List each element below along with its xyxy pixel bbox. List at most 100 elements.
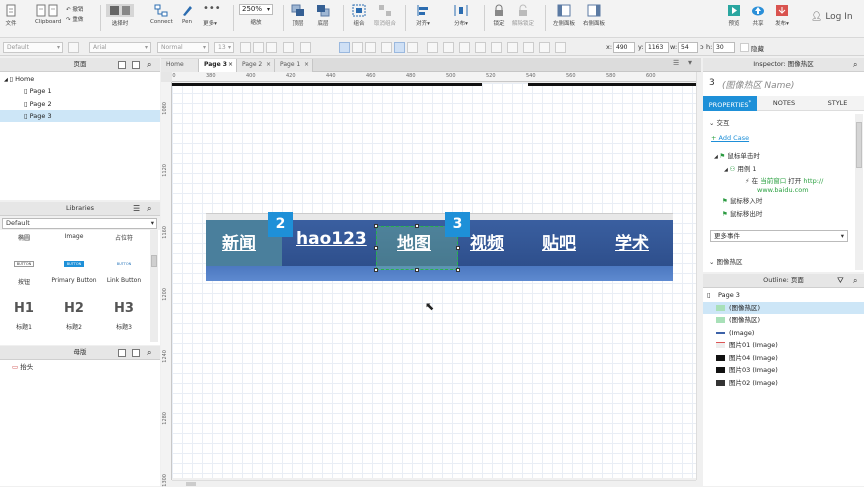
close-icon[interactable]: × (228, 59, 233, 71)
outline-image-04[interactable]: 图片04 (Image) (703, 352, 864, 364)
style-select[interactable]: Default (3, 42, 63, 53)
search-icon[interactable]: ⌕ (147, 346, 151, 359)
case-1[interactable]: ◢ ⚇ 用例 1 (724, 165, 757, 175)
preview-button[interactable]: 预览 (727, 4, 741, 27)
pen-button[interactable]: Pen (180, 4, 194, 25)
line-width-button[interactable] (459, 42, 470, 53)
align-button[interactable]: 对齐▾ (416, 4, 430, 27)
lock-ratio-icon[interactable]: ↄ (700, 43, 704, 51)
outline-image-03[interactable]: 图片03 (Image) (703, 364, 864, 376)
page-1[interactable]: ▯ Page 1 (24, 85, 52, 97)
italic-button[interactable] (253, 42, 264, 53)
outline-image[interactable]: (Image) (703, 327, 864, 339)
zoom-control[interactable]: 250% ▾ 缩放 (239, 4, 273, 26)
tab-page-3[interactable]: Page 3 × (199, 59, 237, 72)
connect-button[interactable]: Connect (150, 4, 173, 25)
clipboard-button[interactable]: Clipboard (35, 4, 61, 25)
outline-image-02[interactable]: 图片02 (Image) (703, 377, 864, 389)
line-style-button[interactable] (475, 42, 486, 53)
zoom-select[interactable]: 250% ▾ (239, 4, 273, 15)
bring-to-front-button[interactable]: 顶层 (291, 4, 305, 27)
vertical-scrollbar[interactable] (696, 72, 702, 480)
horizontal-scrollbar[interactable] (172, 480, 696, 486)
y-input[interactable]: 1163 (645, 42, 669, 53)
format-painter-icon[interactable] (68, 42, 79, 53)
widget-ellipse[interactable]: 椭圆 (0, 233, 48, 242)
event-onclick[interactable]: ◢ ⚑ 鼠标单击时 (714, 152, 760, 162)
widget-image[interactable]: Image (50, 233, 98, 240)
outline-root[interactable]: ▯ Page 3 (703, 289, 864, 301)
inspector-scrollbar[interactable] (855, 114, 863, 270)
add-folder-icon[interactable] (132, 349, 140, 357)
widget-heading2[interactable]: 标题2 (50, 322, 98, 331)
opacity-button[interactable] (539, 42, 550, 53)
close-icon[interactable]: × (304, 59, 309, 71)
select-mode-button[interactable]: 选择时 (106, 4, 134, 27)
tab-page-1[interactable]: Page 1 × (275, 59, 313, 72)
add-case-link[interactable]: + Add Case (711, 134, 749, 143)
x-input[interactable]: 490 (613, 42, 635, 53)
login-link[interactable]: 👤︎ Log In (811, 12, 853, 22)
search-icon[interactable]: ⌕ (853, 58, 857, 71)
page-3[interactable]: ▯ Page 3 (0, 110, 160, 122)
bold-button[interactable] (240, 42, 251, 53)
ungroup-button[interactable]: 取消组合 (374, 4, 396, 27)
underline-button[interactable] (266, 42, 277, 53)
add-master-icon[interactable] (118, 349, 126, 357)
tab-notes[interactable]: NOTES (757, 96, 811, 111)
outline-hotspot-2[interactable]: (图像热区) (703, 314, 864, 326)
left-panel-button[interactable]: 左侧面板 (553, 4, 575, 27)
tab-page-2[interactable]: Page 2 × (237, 59, 275, 72)
width-input[interactable]: 54 (678, 42, 698, 53)
list-button[interactable] (300, 42, 311, 53)
tab-properties[interactable]: PROPERTIES* (703, 96, 757, 111)
widget-name-input[interactable]: (图像热区 Name) (722, 78, 860, 91)
widget-placeholder[interactable]: 占位符 (100, 233, 148, 242)
corner-button[interactable] (523, 42, 534, 53)
menu-icon[interactable]: ☰ (133, 202, 140, 215)
undo-button[interactable]: ↶ 撤销 (66, 5, 83, 13)
padding-button[interactable] (555, 42, 566, 53)
outline-image-01[interactable]: 图片01 (Image) (703, 339, 864, 351)
lock-button[interactable]: 锁定 (492, 4, 506, 27)
redo-button[interactable]: ↷ 重做 (66, 15, 83, 23)
font-size-select[interactable]: 13 (214, 42, 234, 53)
align-right-button[interactable] (365, 42, 376, 53)
arrow-style-button[interactable] (491, 42, 502, 53)
event-onmouseenter[interactable]: ⚑ 鼠标移入时 (722, 197, 762, 206)
publish-button[interactable]: 发布▾ (775, 4, 789, 27)
tab-home[interactable]: Home (161, 59, 199, 72)
search-icon[interactable]: ⌕ (853, 274, 857, 287)
search-icon[interactable]: ⌕ (147, 58, 151, 71)
valign-middle-button[interactable] (394, 42, 405, 53)
page-2[interactable]: ▯ Page 2 (24, 98, 52, 110)
add-page-icon[interactable] (118, 61, 126, 69)
valign-bottom-button[interactable] (407, 42, 418, 53)
send-to-back-button[interactable]: 底层 (316, 4, 330, 27)
shadow-button[interactable] (507, 42, 518, 53)
distribute-button[interactable]: 分布▾ (454, 4, 468, 27)
widget-heading3[interactable]: 标题3 (100, 322, 148, 331)
close-icon[interactable]: × (266, 59, 271, 71)
library-select[interactable]: Default ▾ (2, 218, 157, 229)
widget-button[interactable]: 按钮 (0, 277, 48, 286)
height-input[interactable]: 30 (713, 42, 735, 53)
outline-hotspot-1[interactable]: (图像热区) (703, 302, 864, 314)
fill-color-button[interactable] (427, 42, 438, 53)
widget-link-button[interactable]: Link Button (100, 277, 148, 284)
hidden-checkbox[interactable] (740, 43, 749, 52)
file-button[interactable]: 文件 (4, 4, 18, 27)
widget-heading1[interactable]: 标题1 (0, 322, 48, 331)
page-home[interactable]: ◢ ▯ Home (4, 73, 34, 85)
library-scrollbar[interactable] (150, 230, 158, 342)
unlock-button[interactable]: 解除锁定 (512, 4, 534, 27)
more-button[interactable]: ••• 更多▾ (203, 4, 221, 28)
tab-dropdown-icon[interactable]: ▾ (688, 58, 692, 67)
weight-select[interactable]: Normal (157, 42, 209, 53)
tab-menu-icon[interactable]: ☰ (673, 59, 679, 67)
interactions-section[interactable]: ⌄ 交互 (709, 119, 730, 128)
widget-primary-button[interactable]: Primary Button (50, 277, 98, 284)
right-panel-button[interactable]: 右侧面板 (583, 4, 605, 27)
event-onmouseout[interactable]: ⚑ 鼠标移出时 (722, 210, 762, 219)
action-open-link[interactable]: ⚡ 在 当前窗口 打开 http:// (745, 177, 823, 186)
